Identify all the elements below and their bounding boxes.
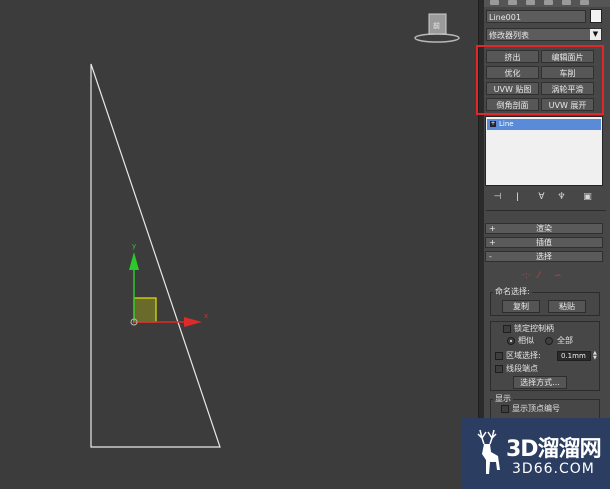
gizmo-y-label: y (132, 242, 136, 250)
bevel-profile-button[interactable]: 倒角剖面 (486, 98, 539, 111)
deer-logo-icon (477, 429, 500, 474)
rollout-interpolation[interactable]: + 插值 (485, 237, 603, 248)
pin-stack-icon[interactable]: ⊣ (492, 192, 503, 203)
utilities-tab-icon[interactable] (580, 0, 589, 5)
named-selection-title: 命名选择: (493, 287, 532, 297)
perspective-viewport[interactable]: y x 前 (0, 0, 478, 489)
gizmo-x-label: x (204, 312, 208, 320)
rollout-selection[interactable]: - 选择 (485, 251, 603, 262)
object-color-swatch[interactable] (590, 9, 602, 23)
area-select-label: 区域选择: (506, 351, 541, 360)
modify-command-panel: Line001 修改器列表 ▼ 挤出 编辑面片 优化 车削 UVW 贴图 涡轮平… (476, 0, 610, 489)
segment-level-icon[interactable]: ⁄ (538, 271, 540, 281)
area-select-spinner[interactable]: 0.1mm (557, 351, 591, 361)
turbosmooth-button[interactable]: 涡轮平滑 (541, 82, 594, 95)
gizmo-xy-plane (133, 297, 157, 323)
spinner-arrows-icon[interactable]: ▲ ▼ (593, 351, 599, 361)
modifier-stack[interactable]: + Line (485, 116, 603, 186)
motion-tab-icon[interactable] (544, 0, 553, 5)
configure-sets-icon[interactable]: ▣ (582, 192, 593, 203)
rollout-label: 选择 (536, 252, 552, 261)
lock-handles-checkbox[interactable] (503, 325, 511, 333)
show-vertex-numbers-label: 显示顶点编号 (512, 404, 560, 413)
rollout-sign: + (489, 224, 496, 233)
remove-modifier-icon[interactable]: ♆ (556, 192, 567, 203)
divider (486, 210, 606, 211)
chevron-down-icon: ▼ (590, 29, 601, 40)
viewcube[interactable]: 前 (414, 13, 460, 43)
rollout-label: 渲染 (536, 224, 552, 233)
rollout-sign: + (489, 238, 496, 247)
spline-level-icon[interactable]: ∽ (554, 271, 562, 281)
rollout-label: 插值 (536, 238, 552, 247)
rollout-sign: - (489, 252, 492, 261)
segment-end-checkbox[interactable] (495, 365, 503, 373)
lathe-button[interactable]: 车削 (541, 66, 594, 79)
watermark-subtitle: 3D66.COM (512, 461, 595, 477)
show-vertex-numbers-checkbox[interactable] (501, 405, 509, 413)
similar-radio[interactable] (507, 337, 515, 345)
display-title: 显示 (493, 394, 513, 404)
segment-end-label: 线段端点 (506, 364, 538, 373)
uvw-unwrap-button[interactable]: UVW 展开 (541, 98, 594, 111)
transform-gizmo: y x (129, 242, 208, 327)
make-unique-icon[interactable]: ∀ (536, 192, 547, 203)
show-end-result-icon[interactable]: ǀ (512, 192, 523, 203)
stack-toolbar: ⊣ ǀ ∀ ♆ ▣ (484, 190, 610, 206)
create-tab-icon[interactable] (490, 0, 499, 5)
stack-item-label: Line (499, 120, 514, 128)
viewcube-ring (414, 33, 460, 43)
all-label: 全部 (557, 336, 573, 345)
hierarchy-tab-icon[interactable] (526, 0, 535, 5)
selection-level-icons: ·:· ⁄ ∽ (514, 271, 574, 283)
expand-icon[interactable]: + (490, 121, 496, 127)
lock-handles-label: 锁定控制柄 (514, 324, 554, 333)
watermark-title: 3D溜溜网 (506, 437, 602, 462)
display-tab-icon[interactable] (562, 0, 571, 5)
viewport-canvas: y x 前 (90, 13, 460, 448)
rollout-rendering[interactable]: + 渲染 (485, 223, 603, 234)
optimize-button[interactable]: 优化 (486, 66, 539, 79)
paste-button[interactable]: 粘贴 (548, 300, 586, 313)
modifier-list-label: 修改器列表 (489, 31, 529, 40)
command-panel-tabs (484, 0, 610, 7)
uvw-map-button[interactable]: UVW 贴图 (486, 82, 539, 95)
edit-patch-button[interactable]: 编辑面片 (541, 50, 594, 63)
all-radio[interactable] (545, 337, 553, 345)
area-select-checkbox[interactable] (495, 352, 503, 360)
gizmo-y-arrow (129, 252, 139, 270)
site-watermark: 3D溜溜网 3D66.COM (462, 418, 610, 489)
modifier-list-dropdown[interactable]: 修改器列表 ▼ (486, 28, 602, 41)
modify-tab-icon[interactable] (508, 0, 517, 5)
spline-shape (90, 63, 221, 448)
vertex-level-icon[interactable]: ·:· (522, 271, 531, 281)
select-by-button[interactable]: 选择方式... (513, 376, 567, 389)
viewcube-face-label: 前 (433, 21, 440, 30)
object-name-field[interactable]: Line001 (486, 10, 586, 23)
extrude-button[interactable]: 挤出 (486, 50, 539, 63)
similar-label: 相似 (518, 336, 534, 345)
stack-item-line[interactable]: + Line (487, 119, 601, 130)
gizmo-x-arrow (184, 317, 202, 327)
copy-button[interactable]: 复制 (502, 300, 540, 313)
modifier-buttons-highlight: 挤出 编辑面片 优化 车削 UVW 贴图 涡轮平滑 倒角剖面 UVW 展开 (476, 45, 604, 115)
